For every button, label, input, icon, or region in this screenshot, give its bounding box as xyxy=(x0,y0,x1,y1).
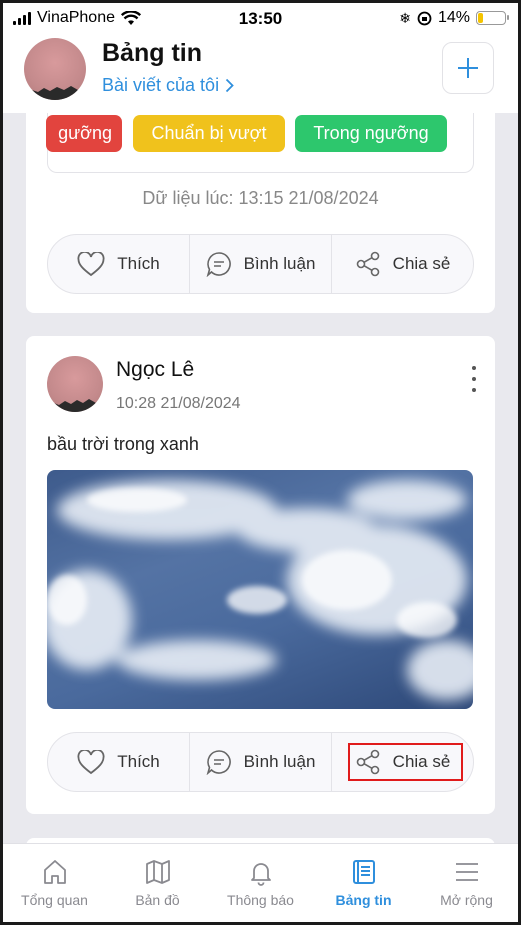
post-time: 10:28 21/08/2024 xyxy=(116,395,241,412)
plus-icon xyxy=(458,58,478,78)
like-label: Thích xyxy=(117,752,160,771)
share-icon xyxy=(356,251,379,277)
threshold-chip-warning: Chuẩn bị vượt xyxy=(133,115,285,152)
tab-overview[interactable]: Tổng quan xyxy=(3,844,106,922)
map-icon xyxy=(145,860,170,884)
tab-more[interactable]: Mở rộng xyxy=(415,844,518,922)
chevron-right-icon xyxy=(225,78,234,93)
menu-icon xyxy=(455,863,478,881)
heart-icon xyxy=(77,251,105,276)
battery-icon xyxy=(476,11,509,25)
bottom-tab-bar: Tổng quan Bản đồ Thông báo Bảng tin Mở r… xyxy=(3,843,518,922)
comment-label: Bình luận xyxy=(243,752,316,771)
more-options-icon[interactable] xyxy=(470,366,478,392)
newsfeed-icon xyxy=(352,860,375,884)
tab-notifications[interactable]: Thông báo xyxy=(209,844,312,922)
post-text: bầu trời trong xanh xyxy=(47,434,199,454)
comment-label: Bình luận xyxy=(243,254,316,273)
battery-percent: 14% xyxy=(437,9,470,26)
sky-clouds-image xyxy=(47,480,473,700)
post-actions: Thích Bình luận Chia sẻ xyxy=(47,234,474,294)
like-label: Thích xyxy=(117,254,160,273)
share-button[interactable]: Chia sẻ xyxy=(331,235,473,293)
post-image[interactable] xyxy=(47,470,473,709)
comment-button[interactable]: Bình luận xyxy=(189,235,331,293)
share-button[interactable]: Chia sẻ xyxy=(331,733,473,791)
threshold-legend: gưỡng Chuẩn bị vượt Trong ngưỡng xyxy=(46,113,474,173)
author-avatar[interactable] xyxy=(47,356,103,412)
like-button[interactable]: Thích xyxy=(48,733,189,791)
comment-icon xyxy=(206,252,231,277)
tab-map-label: Bản đồ xyxy=(135,892,180,908)
tab-overview-label: Tổng quan xyxy=(21,892,88,908)
page-title: Bảng tin xyxy=(102,39,202,67)
snowflake-icon: ❄ xyxy=(399,9,411,26)
news-feed[interactable]: gưỡng Chuẩn bị vượt Trong ngưỡng Dữ liệu… xyxy=(3,113,518,843)
comment-icon xyxy=(206,750,231,775)
tab-notifications-label: Thông báo xyxy=(227,892,294,908)
orientation-lock-icon xyxy=(417,11,432,25)
my-posts-label: Bài viết của tôi xyxy=(102,75,220,95)
like-button[interactable]: Thích xyxy=(48,235,189,293)
status-bar: VinaPhone 13:50 ❄ 14% xyxy=(3,3,518,33)
share-label: Chia sẻ xyxy=(392,254,451,273)
data-timestamp: Dữ liệu lúc: 13:15 21/08/2024 xyxy=(142,188,379,208)
status-right: ❄ 14% xyxy=(399,9,509,27)
post-card: Ngọc Lê 10:28 21/08/2024 bầu trời trong … xyxy=(26,336,495,814)
author-name[interactable]: Ngọc Lê xyxy=(116,358,194,382)
page-header: Bảng tin Bài viết của tôi xyxy=(3,33,518,113)
user-avatar[interactable] xyxy=(24,38,86,100)
threshold-chip-normal: Trong ngưỡng xyxy=(295,115,447,152)
tab-map[interactable]: Bản đồ xyxy=(106,844,209,922)
post-actions: Thích Bình luận Chia sẻ xyxy=(47,732,474,792)
add-post-button[interactable] xyxy=(442,42,494,94)
tab-newsfeed-label: Bảng tin xyxy=(335,892,392,908)
my-posts-link[interactable]: Bài viết của tôi xyxy=(102,75,234,96)
tab-more-label: Mở rộng xyxy=(440,892,493,908)
home-icon xyxy=(43,860,66,884)
app-screen: VinaPhone 13:50 ❄ 14% Bảng tin Bài viết … xyxy=(3,3,518,922)
tab-newsfeed[interactable]: Bảng tin xyxy=(312,844,415,922)
comment-button[interactable]: Bình luận xyxy=(189,733,331,791)
heart-icon xyxy=(77,749,105,774)
bell-icon xyxy=(250,863,271,886)
post-card: gưỡng Chuẩn bị vượt Trong ngưỡng Dữ liệu… xyxy=(26,113,495,313)
share-highlight-box xyxy=(348,743,463,781)
threshold-chip-exceeded: gưỡng xyxy=(46,115,122,152)
